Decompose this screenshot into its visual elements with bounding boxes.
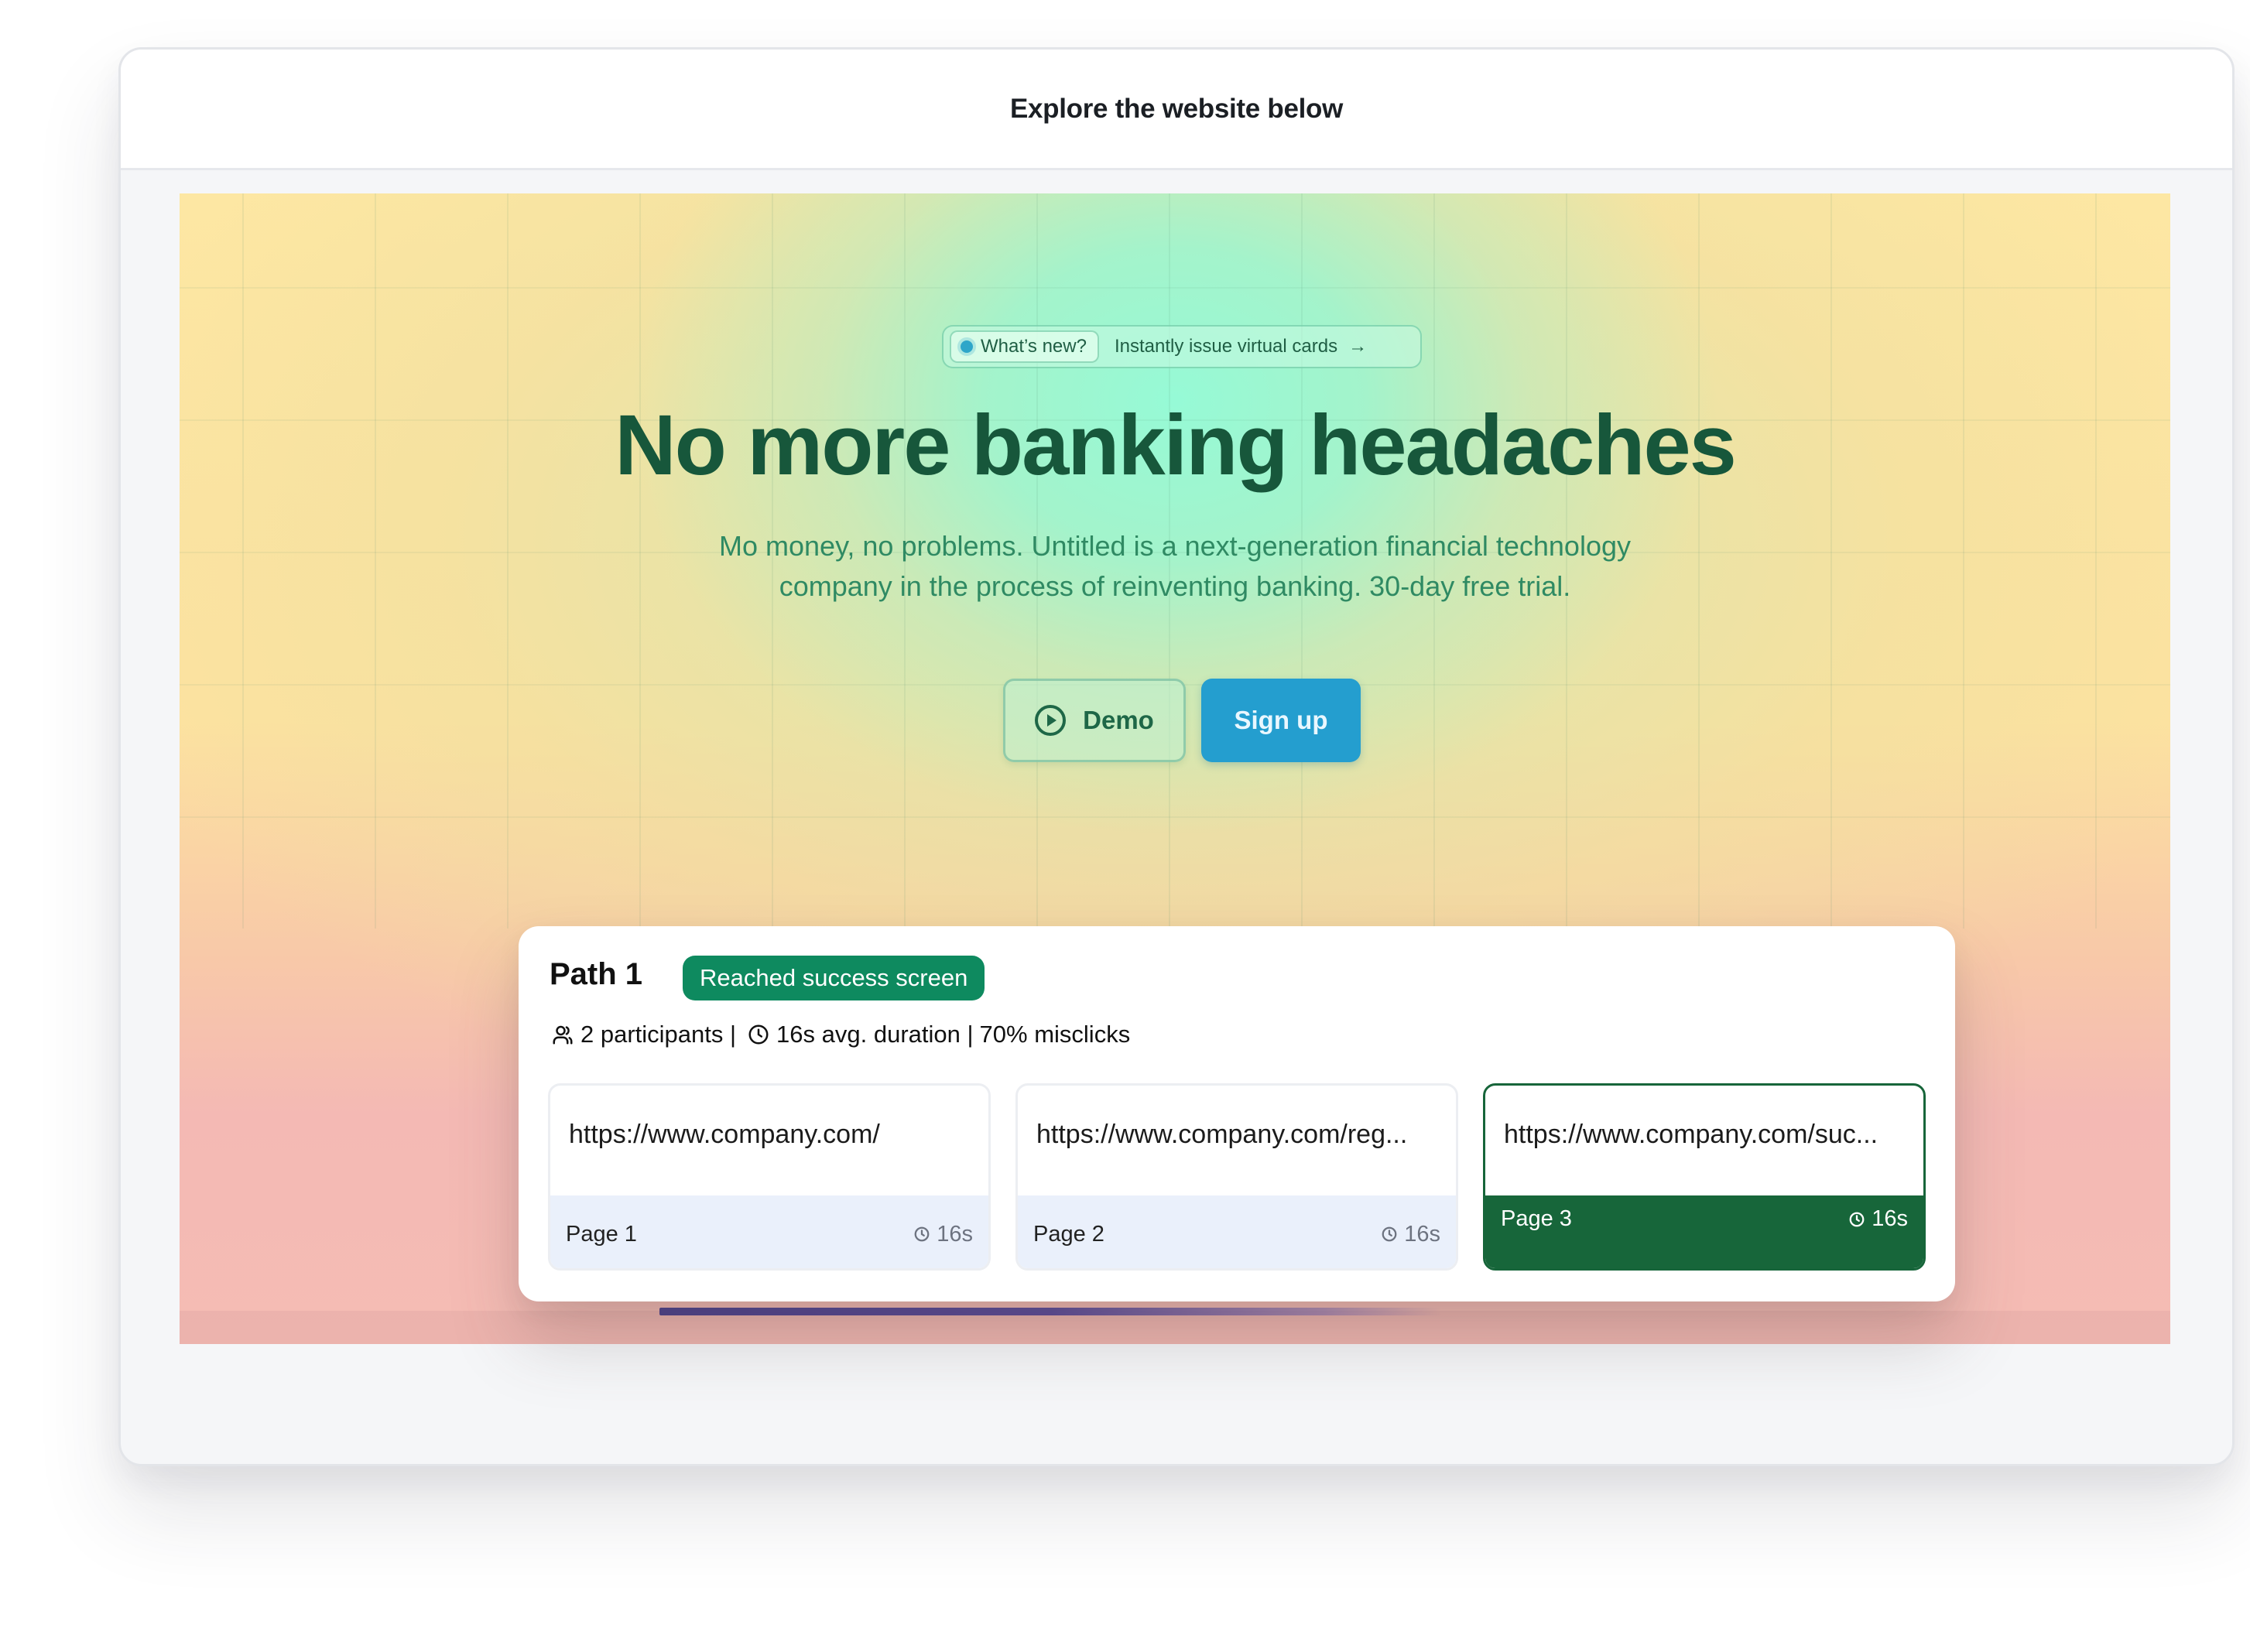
page-card-1[interactable]: https://www.company.com/ Page 1 16s — [548, 1083, 991, 1271]
misclicks: 70% misclicks — [979, 1021, 1131, 1048]
page-duration-value: 16s — [1404, 1221, 1440, 1247]
hero-title: No more banking headaches — [615, 398, 1737, 493]
page-duration: 16s — [1848, 1206, 1908, 1232]
path-card: Path 1 Reached success screen 2 particip… — [519, 926, 1955, 1301]
play-circle-icon — [1035, 705, 1067, 736]
announcement-pill[interactable]: What’s new? Instantly issue virtual card… — [942, 325, 1422, 368]
page-duration: 16s — [913, 1222, 973, 1247]
page-card-2[interactable]: https://www.company.com/reg... Page 2 16… — [1015, 1083, 1458, 1271]
bottom-strip — [180, 1311, 2170, 1344]
clock-icon — [1382, 1226, 1397, 1242]
page-card-3[interactable]: https://www.company.com/suc... Page 3 16… — [1483, 1083, 1926, 1271]
hero-subtitle: Mo money, no problems. Untitled is a nex… — [672, 526, 1678, 607]
participants-count: 2 participants | — [580, 1021, 737, 1048]
page-duration-value: 16s — [937, 1221, 973, 1247]
sign-up-button-label: Sign up — [1234, 706, 1328, 734]
path-title: Path 1 — [550, 957, 643, 991]
page-url: https://www.company.com/suc... — [1504, 1120, 1878, 1149]
sign-up-button[interactable]: Sign up — [1201, 679, 1361, 762]
frame-title: Explore the website below — [1009, 93, 1344, 124]
page-label: Page 3 — [1501, 1206, 1572, 1231]
page-duration: 16s — [1381, 1222, 1440, 1247]
hero-subtitle-line-1: Mo money, no problems. Untitled is a nex… — [719, 530, 1631, 562]
bottom-preview-bar — [659, 1308, 1441, 1315]
pill-text: Instantly issue virtual cards — [1114, 336, 1338, 357]
status-dot-icon — [961, 340, 973, 353]
page-footer: Page 3 16s — [1485, 1195, 1923, 1268]
page-footer: Page 1 16s — [550, 1195, 988, 1268]
avg-duration: 16s avg. duration | — [776, 1021, 974, 1048]
success-badge: Reached success screen — [683, 956, 985, 1000]
page-footer: Page 2 16s — [1018, 1195, 1456, 1268]
demo-button[interactable]: Demo — [1003, 679, 1186, 762]
clock-icon — [747, 1023, 770, 1046]
page-label: Page 2 — [1033, 1221, 1104, 1247]
users-icon — [551, 1023, 574, 1046]
demo-button-label: Demo — [1083, 706, 1154, 734]
clock-icon — [1849, 1212, 1865, 1226]
hero-subtitle-line-2: company in the process of reinventing ba… — [779, 570, 1571, 602]
pill-tag: What’s new? — [950, 330, 1099, 363]
frame-header: Explore the website below — [121, 50, 2232, 170]
page-url: https://www.company.com/ — [569, 1120, 880, 1149]
page-duration-value: 16s — [1872, 1206, 1908, 1231]
page-label: Page 1 — [566, 1221, 637, 1247]
path-stats: 2 participants | 16s avg. duration | 70%… — [551, 1021, 1130, 1048]
clock-icon — [914, 1226, 930, 1242]
arrow-right-icon: → — [1348, 336, 1368, 357]
pill-tag-label: What’s new? — [981, 336, 1087, 357]
page-url: https://www.company.com/reg... — [1036, 1120, 1408, 1149]
